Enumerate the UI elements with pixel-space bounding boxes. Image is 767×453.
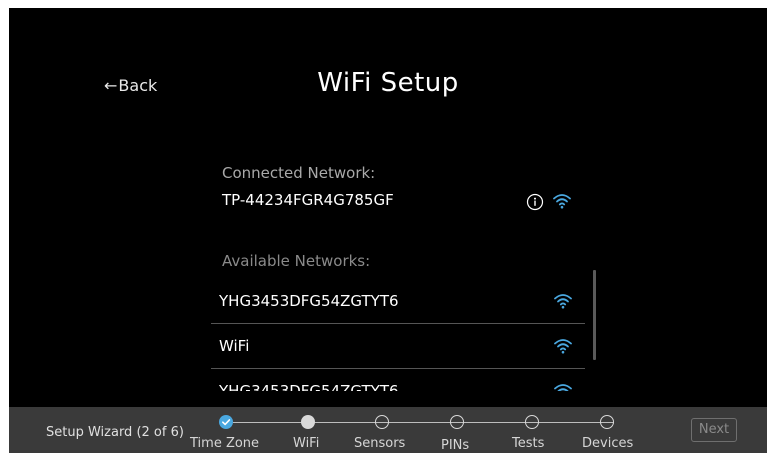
network-row[interactable]: YHG3453DFG54ZGTYT6 xyxy=(211,279,585,324)
wifi-icon xyxy=(554,384,572,391)
connected-network-name: TP-44234FGR4G785GF xyxy=(222,191,394,209)
network-list[interactable]: YHG3453DFG54ZGTYT6 WiFi YHG3453DFG54ZGTY… xyxy=(211,279,585,391)
step-label-tests[interactable]: Tests xyxy=(512,436,544,451)
wifi-icon xyxy=(554,339,572,354)
page-title: WiFi Setup xyxy=(317,68,459,98)
wizard-footer: Setup Wizard (2 of 6) Time Zone WiFi Sen… xyxy=(9,407,767,453)
wifi-icon xyxy=(554,294,572,309)
network-name: YHG3453DFG54ZGTYT6 xyxy=(219,292,399,310)
step-label-pins[interactable]: PINs xyxy=(441,438,469,453)
step-label-time-zone[interactable]: Time Zone xyxy=(190,436,259,451)
step-node[interactable] xyxy=(600,415,614,429)
step-label-devices[interactable]: Devices xyxy=(582,436,633,451)
wizard-stepper: Time Zone WiFi Sensors PINs Tests Device… xyxy=(9,407,767,453)
network-name: WiFi xyxy=(219,337,250,355)
step-node[interactable] xyxy=(450,415,464,429)
step-node[interactable] xyxy=(525,415,539,429)
network-name: YHG3453DFG54ZGTYT6 xyxy=(219,382,399,391)
network-list-scrollbar[interactable] xyxy=(593,270,596,360)
step-label-sensors[interactable]: Sensors xyxy=(354,436,405,451)
network-row[interactable]: YHG3453DFG54ZGTYT6 xyxy=(211,369,585,391)
wifi-icon xyxy=(553,194,571,209)
info-icon[interactable] xyxy=(526,193,544,211)
step-label-wifi[interactable]: WiFi xyxy=(293,436,319,451)
step-check-icon[interactable] xyxy=(219,415,233,429)
connected-network-label: Connected Network: xyxy=(222,164,376,182)
step-node-current[interactable] xyxy=(301,415,315,429)
next-button[interactable]: Next xyxy=(691,418,737,442)
available-networks-label: Available Networks: xyxy=(222,252,371,270)
wifi-setup-screen: ←Back WiFi Setup Connected Network: TP-4… xyxy=(9,8,767,453)
step-node[interactable] xyxy=(375,415,389,429)
network-row[interactable]: WiFi xyxy=(211,324,585,369)
